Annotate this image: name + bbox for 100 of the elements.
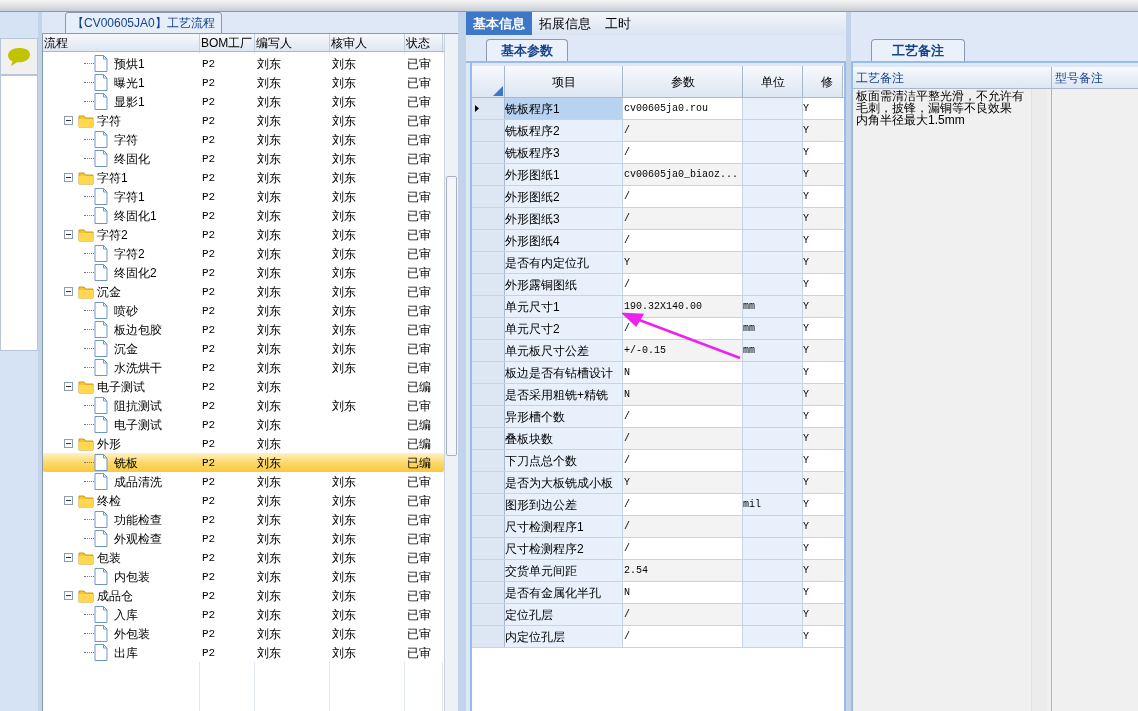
tree-item[interactable]: 字符1 [114,187,145,206]
collapse-toggle-icon[interactable] [64,382,73,391]
table-cell[interactable]: 铣板程序3 [505,142,623,163]
tree-item[interactable]: 字符 [97,111,121,130]
table-cell[interactable]: 外形图纸3 [505,208,623,229]
table-cell[interactable]: N [623,362,743,383]
tree-item[interactable]: 成品清洗 [114,472,162,491]
tree-item[interactable]: 阻抗测试 [114,396,162,415]
tab[interactable]: 拓展信息 [532,12,598,35]
table-cell[interactable] [743,164,803,185]
table-cell[interactable]: / [623,230,743,251]
table-cell[interactable]: Y [623,472,743,493]
table-cell[interactable]: Y [803,384,843,405]
tree-item[interactable]: 字符2 [97,225,128,244]
table-cell[interactable]: Y [803,604,843,625]
tree-item[interactable]: 字符1 [97,168,128,187]
table-cell[interactable]: Y [803,340,843,361]
table-cell[interactable] [743,428,803,449]
table-cell[interactable]: / [623,274,743,295]
table-cell[interactable]: Y [803,164,843,185]
table-cell[interactable]: Y [623,252,743,273]
tree-item[interactable]: 终固化2 [114,263,157,282]
table-cell[interactable]: 单元尺寸1 [505,296,623,317]
tree-item[interactable]: 包装 [97,548,121,567]
table-cell[interactable]: mm [743,340,803,361]
tree-item[interactable]: 字符 [114,130,138,149]
tab[interactable]: 工时 [598,12,638,35]
tree-item[interactable]: 铣板 [114,453,138,472]
tree-item[interactable]: 外观检查 [114,529,162,548]
column-header[interactable]: 工艺备注 [853,67,1052,88]
tree-item[interactable]: 字符2 [114,244,145,263]
tree-item[interactable]: 显影1 [114,92,145,111]
table-cell[interactable] [743,142,803,163]
table-cell[interactable]: 铣板程序2 [505,120,623,141]
tree-item[interactable]: 入库 [114,605,138,624]
note-field[interactable]: 板面需清洁平整光滑，不允许有毛刺，披锋，漏铜等不良效果 内角半径最大1.5mm [853,89,1052,711]
table-cell[interactable]: 图形到边公差 [505,494,623,515]
table-cell[interactable]: Y [803,252,843,273]
column-header[interactable]: 项目 [505,66,623,97]
table-cell[interactable] [743,560,803,581]
table-cell[interactable]: Y [803,516,843,537]
collapse-toggle-icon[interactable] [64,439,73,448]
table-cell[interactable]: 尺寸检测程序1 [505,516,623,537]
collapse-toggle-icon[interactable] [64,287,73,296]
tree-item[interactable]: 成品仓 [97,586,133,605]
table-cell[interactable] [743,362,803,383]
table-cell[interactable]: 外形图纸1 [505,164,623,185]
tree-item[interactable]: 水洗烘干 [114,358,162,377]
tree-item[interactable]: 终检 [97,491,121,510]
tree-item[interactable]: 终固化 [114,149,150,168]
table-cell[interactable] [743,186,803,207]
tree-item[interactable]: 电子测试 [114,415,162,434]
table-cell[interactable] [743,582,803,603]
speech-bubble-icon[interactable] [7,46,31,67]
top-splitter-bar[interactable] [0,0,1138,12]
table-cell[interactable]: / [623,142,743,163]
table-cell[interactable]: 尺寸检测程序2 [505,538,623,559]
tree-row[interactable]: 铣板 P2 刘东 已编 [43,453,444,472]
column-header[interactable]: 型号备注 [1052,67,1138,88]
table-cell[interactable] [743,274,803,295]
text-scrollbar[interactable] [1031,89,1047,711]
splitter-bar[interactable] [38,12,42,711]
collapse-toggle-icon[interactable] [64,496,73,505]
tree-item[interactable]: 沉金 [114,339,138,358]
column-header[interactable]: 流程 [43,34,200,51]
table-cell[interactable] [743,98,803,119]
tree-item[interactable]: 外形 [97,434,121,453]
table-cell[interactable]: Y [803,120,843,141]
table-cell[interactable]: / [623,428,743,449]
table-cell[interactable] [743,120,803,141]
table-cell[interactable]: 单元尺寸2 [505,318,623,339]
table-cell[interactable]: / [623,626,743,647]
table-cell[interactable]: / [623,538,743,559]
table-cell[interactable]: Y [803,208,843,229]
tree-item[interactable]: 曝光1 [114,73,145,92]
tree-item[interactable]: 喷砂 [114,301,138,320]
table-cell[interactable]: 异形槽个数 [505,406,623,427]
table-cell[interactable]: 外形图纸2 [505,186,623,207]
table-cell[interactable] [743,450,803,471]
section-tab[interactable]: 工艺备注 [871,39,965,61]
table-cell[interactable]: 铣板程序1 [505,98,623,119]
table-cell[interactable]: 是否有内定位孔 [505,252,623,273]
note-field[interactable] [1052,89,1138,711]
tree-item[interactable]: 功能检查 [114,510,162,529]
table-cell[interactable]: 是否采用粗铣+精铣 [505,384,623,405]
table-cell[interactable]: cv00605ja0_biaoz... [623,164,743,185]
table-cell[interactable]: 交货单元间距 [505,560,623,581]
table-cell[interactable]: 叠板块数 [505,428,623,449]
table-cell[interactable]: / [623,604,743,625]
table-cell[interactable]: 单元板尺寸公差 [505,340,623,361]
table-cell[interactable]: 定位孔层 [505,604,623,625]
table-cell[interactable]: 下刀点总个数 [505,450,623,471]
table-cell[interactable]: 2.54 [623,560,743,581]
table-cell[interactable]: Y [803,560,843,581]
table-cell[interactable]: Y [803,428,843,449]
table-cell[interactable] [743,604,803,625]
tree-item[interactable]: 出库 [114,643,138,662]
table-cell[interactable]: 外形图纸4 [505,230,623,251]
table-cell[interactable]: mm [743,296,803,317]
table-cell[interactable]: 内定位孔层 [505,626,623,647]
